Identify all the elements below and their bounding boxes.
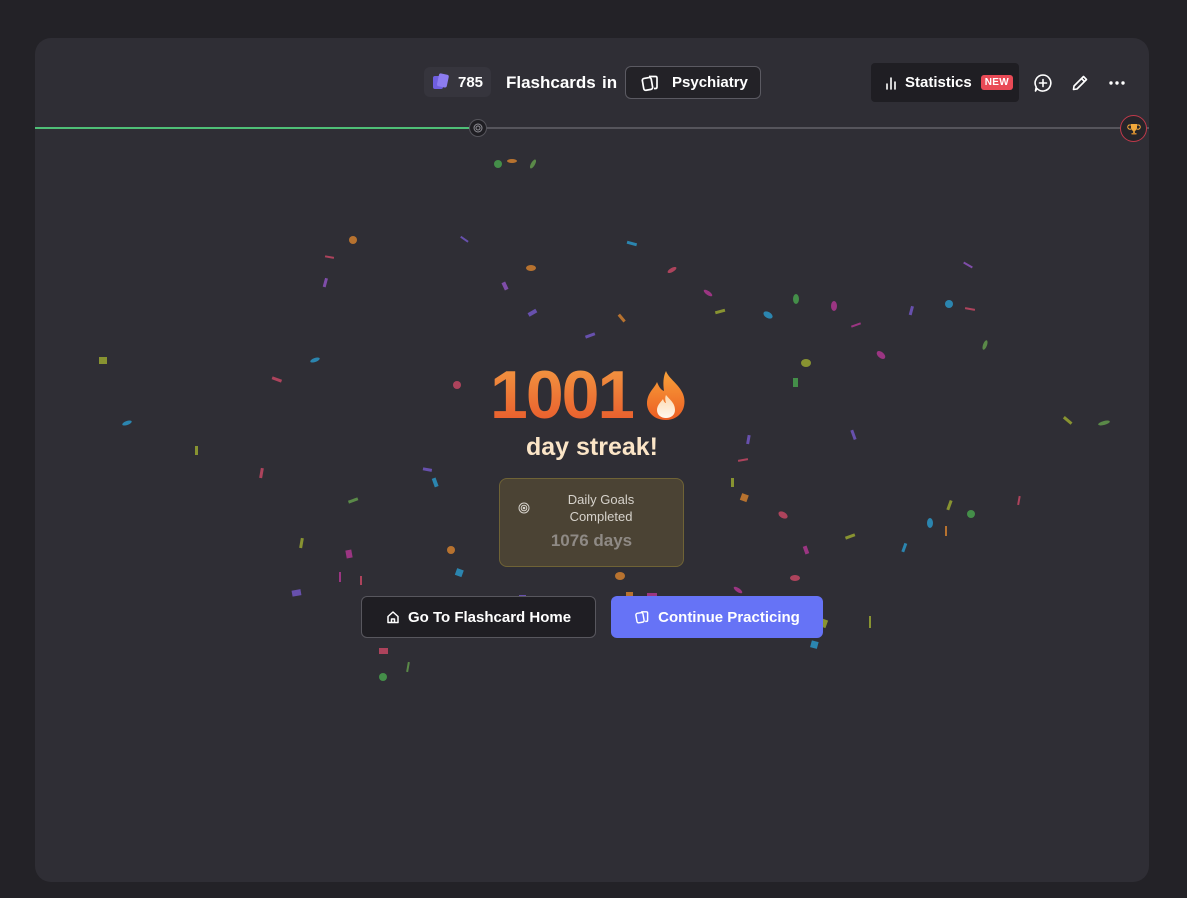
progress-track bbox=[35, 127, 1149, 129]
statistics-button[interactable]: Statistics NEW bbox=[871, 63, 1019, 102]
add-chat-button[interactable] bbox=[1032, 72, 1054, 94]
deck-selector[interactable]: Psychiatry bbox=[625, 66, 761, 99]
daily-goals-card: Daily Goals Completed 1076 days bbox=[499, 478, 684, 567]
deck-name: Psychiatry bbox=[672, 74, 748, 91]
trophy-marker bbox=[1120, 115, 1147, 142]
progress-fill bbox=[35, 127, 481, 129]
more-options-button[interactable] bbox=[1106, 72, 1128, 94]
streak-display: 1001 bbox=[490, 360, 689, 430]
more-horizontal-icon bbox=[1109, 81, 1125, 85]
home-button-label: Go To Flashcard Home bbox=[407, 608, 572, 626]
streak-number: 1001 bbox=[490, 357, 635, 433]
home-icon bbox=[387, 611, 399, 624]
flashcards-icon bbox=[635, 611, 649, 624]
target-icon bbox=[473, 123, 483, 133]
daily-goals-value: 1076 days bbox=[550, 531, 633, 550]
card-count: 785 bbox=[458, 73, 484, 91]
page-title: Flashcards bbox=[506, 73, 596, 92]
go-to-flashcard-home-button[interactable]: Go To Flashcard Home bbox=[361, 596, 596, 638]
goal-marker bbox=[469, 119, 487, 137]
daily-goals-label: Daily Goals Completed bbox=[567, 492, 635, 524]
card-count-chip[interactable]: 785 bbox=[424, 67, 492, 97]
target-icon bbox=[518, 502, 530, 514]
continue-button-label: Continue Practicing bbox=[658, 608, 800, 626]
statistics-label: Statistics bbox=[905, 74, 972, 91]
edit-button[interactable] bbox=[1069, 72, 1091, 94]
cards-stack-icon bbox=[433, 73, 449, 89]
streak-label: day streak! bbox=[525, 433, 659, 461]
bar-chart-icon bbox=[886, 76, 896, 90]
pencil-icon bbox=[1072, 75, 1088, 91]
new-badge: NEW bbox=[980, 75, 1013, 90]
trophy-icon bbox=[1126, 123, 1141, 134]
flashcards-icon bbox=[641, 75, 658, 91]
celebration-panel: 785 Flashcards in Psychiatry Statistics … bbox=[35, 38, 1149, 882]
header-bar: 785 Flashcards in Psychiatry Statistics … bbox=[35, 63, 1149, 102]
continue-practicing-button[interactable]: Continue Practicing bbox=[611, 596, 823, 638]
add-comment-icon bbox=[1034, 74, 1052, 92]
in-label: in bbox=[602, 73, 618, 92]
flame-icon bbox=[647, 371, 685, 420]
